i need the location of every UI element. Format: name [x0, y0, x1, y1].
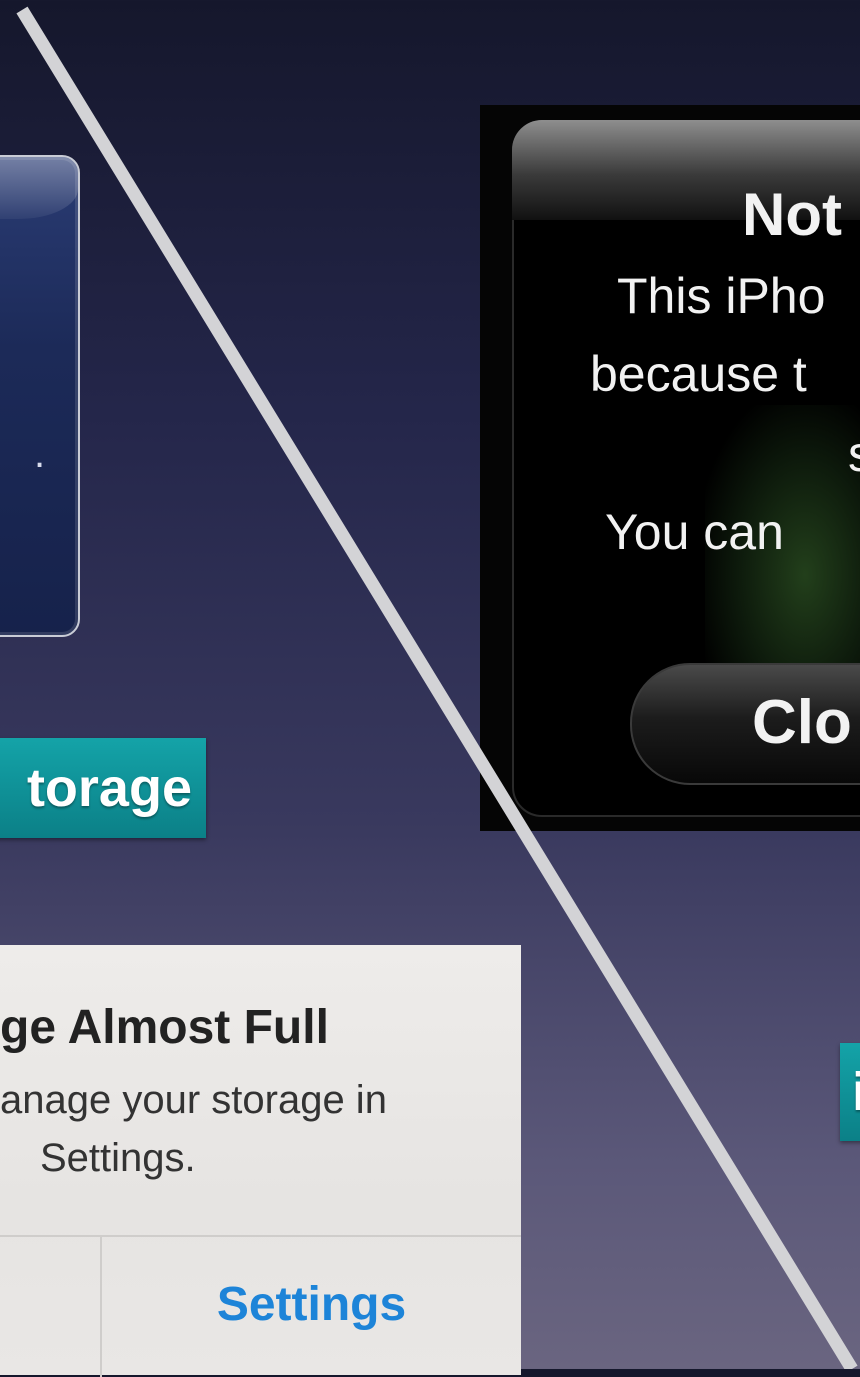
- alert-left-button[interactable]: [0, 1237, 100, 1375]
- alert-title: ge Almost Full: [0, 1001, 329, 1054]
- info-label-text: i: [852, 1062, 860, 1122]
- alert-message-line: Settings.: [40, 1136, 196, 1180]
- settings-button[interactable]: Settings: [102, 1237, 521, 1375]
- storage-label-text: torage: [26, 758, 192, 818]
- storage-label-banner: torage: [0, 738, 206, 838]
- settings-button-label: Settings: [216, 1278, 407, 1331]
- alert-message-line: s: [848, 425, 860, 483]
- alert-title: Not: [742, 181, 842, 248]
- alert-message-fragment: .: [34, 432, 46, 476]
- alert-message-line: You can: [605, 504, 784, 560]
- close-button-label: Clo: [752, 688, 852, 757]
- alert-gloss: [0, 157, 78, 219]
- legacy-alert-dialog: .: [0, 155, 80, 637]
- storage-almost-full-alert: ge Almost Full anage your storage in Set…: [0, 945, 521, 1377]
- info-label-banner: i: [840, 1043, 860, 1141]
- alert-message-line: anage your storage in: [0, 1078, 387, 1122]
- storage-alert-dark: Not This iPho because t s You can Clo: [480, 105, 860, 831]
- close-button[interactable]: Clo: [630, 663, 860, 785]
- alert-message-line: because t: [590, 346, 807, 402]
- alert-message-line: This iPho: [617, 268, 826, 324]
